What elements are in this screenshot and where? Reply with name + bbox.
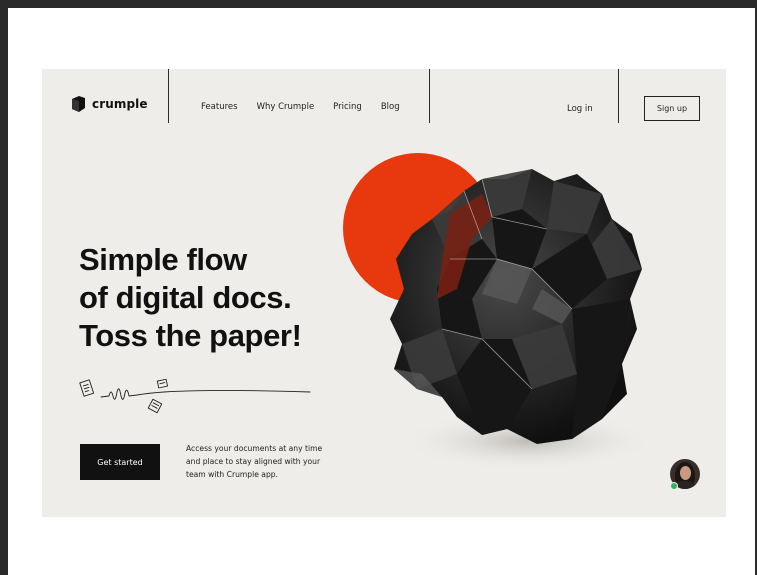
crumpled-paper-ball (343, 153, 657, 471)
hero-headline: Simple flow of digital docs. Toss the pa… (79, 241, 302, 355)
online-status-dot (670, 482, 678, 490)
document-icon (156, 378, 168, 389)
window-frame-left (0, 0, 8, 575)
header-divider (168, 69, 169, 123)
signup-button[interactable]: Sign up (644, 96, 700, 121)
nav-item-blog[interactable]: Blog (381, 102, 400, 112)
headline-line: Toss the paper! (79, 318, 302, 353)
login-link[interactable]: Log in (567, 104, 593, 114)
nav-item-features[interactable]: Features (201, 102, 238, 112)
header-divider (429, 69, 430, 123)
folded-paper-icon (72, 96, 85, 112)
landing-page: crumple Features Why Crumple Pricing Blo… (42, 69, 726, 517)
main-nav: Features Why Crumple Pricing Blog (201, 102, 400, 112)
nav-item-pricing[interactable]: Pricing (333, 102, 362, 112)
hero-description: Access your documents at any time and pl… (186, 444, 323, 479)
paper-flow-doodle (79, 378, 311, 414)
brand-name: crumple (92, 97, 148, 111)
brand-logo[interactable]: crumple (72, 96, 148, 112)
document-icon (79, 379, 95, 397)
nav-item-why-crumple[interactable]: Why Crumple (257, 102, 315, 112)
headline-line: of digital docs. (79, 280, 292, 315)
window-frame-top (0, 0, 757, 8)
document-icon (147, 398, 163, 414)
headline-line: Simple flow (79, 242, 247, 277)
header-divider (618, 69, 619, 123)
get-started-button[interactable]: Get started (80, 444, 160, 480)
